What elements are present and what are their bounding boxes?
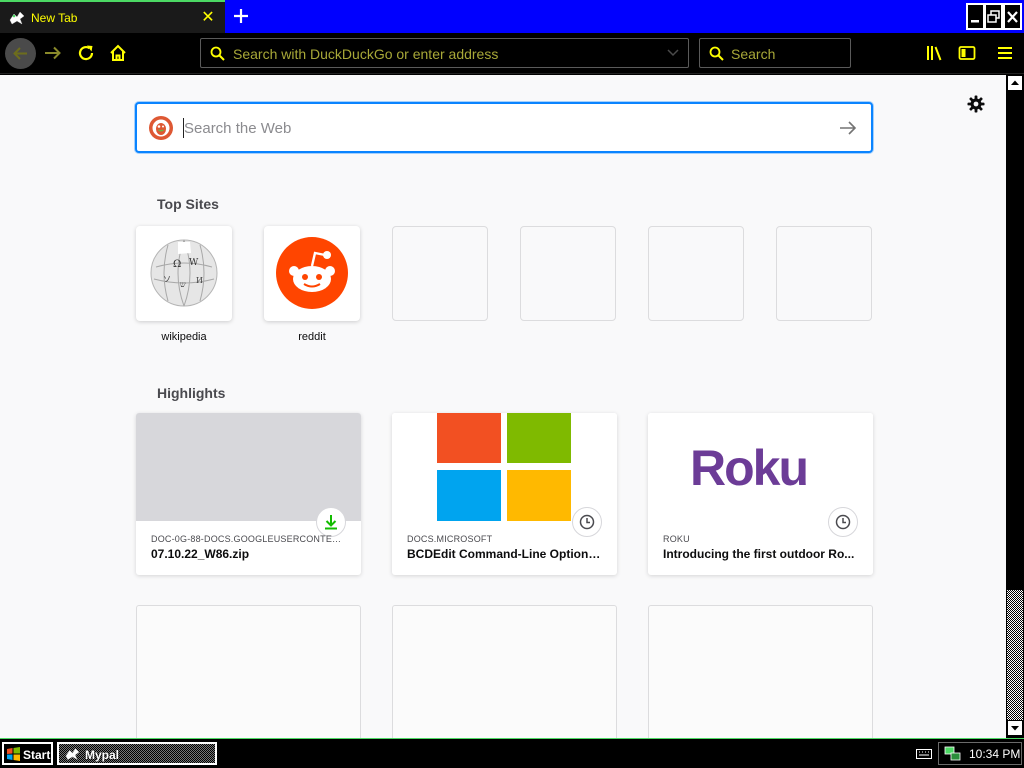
- highlight-empty: [648, 605, 873, 738]
- download-icon: [325, 515, 337, 530]
- microsoft-logo: [392, 413, 617, 521]
- taskbar: Start Mypal 10:34 PM: [0, 738, 1024, 768]
- windows-logo-icon: [7, 747, 20, 761]
- highlight-empty: [392, 605, 617, 738]
- scroll-up-button[interactable]: [1007, 75, 1023, 91]
- top-site-label: wikipedia: [161, 331, 207, 343]
- arrow-right-icon[interactable]: [837, 118, 859, 138]
- tab-new-tab[interactable]: New Tab ✕: [0, 0, 225, 33]
- top-site-empty: [520, 226, 616, 321]
- highlight-image: [136, 413, 361, 521]
- reddit-icon: [276, 237, 348, 309]
- search-bar-placeholder: Search: [731, 46, 776, 62]
- chevron-down-icon: [1011, 726, 1019, 731]
- gear-icon[interactable]: [966, 94, 986, 114]
- clock-icon: [579, 514, 595, 530]
- tab-title: New Tab: [31, 11, 78, 25]
- home-icon[interactable]: [108, 43, 128, 63]
- history-badge: [572, 507, 602, 537]
- back-button[interactable]: [5, 38, 36, 69]
- search-bar[interactable]: Search: [699, 38, 851, 68]
- clock-icon: [835, 514, 851, 530]
- system-tray: 10:34 PM: [938, 742, 1022, 765]
- web-search-input[interactable]: Search the Web: [135, 102, 873, 153]
- close-window-icon[interactable]: [1003, 3, 1022, 30]
- search-icon: [709, 46, 724, 61]
- restore-icon[interactable]: [984, 3, 1003, 30]
- top-sites-title: Top Sites: [157, 196, 219, 212]
- forward-icon[interactable]: [43, 43, 63, 63]
- close-icon[interactable]: ✕: [199, 9, 217, 27]
- svg-text:И: И: [196, 276, 203, 285]
- svg-text:ש: ש: [180, 280, 186, 289]
- plus-icon[interactable]: [230, 5, 252, 27]
- top-site-reddit[interactable]: [264, 226, 360, 321]
- search-icon: [210, 46, 225, 61]
- svg-text:Ω: Ω: [173, 259, 181, 270]
- highlight-title: 07.10.22_W86.zip: [151, 547, 250, 561]
- library-icon[interactable]: [925, 43, 945, 63]
- back-icon: [13, 47, 27, 60]
- minimize-icon[interactable]: [966, 3, 985, 30]
- highlight-source: DOCS.MICROSOFT: [407, 534, 493, 544]
- menu-icon[interactable]: [995, 43, 1015, 63]
- highlights-title: Highlights: [157, 385, 226, 401]
- top-site-label: reddit: [298, 331, 326, 343]
- vertical-scrollbar[interactable]: [1006, 75, 1024, 738]
- mypal-icon: [65, 747, 80, 761]
- web-search-placeholder: Search the Web: [184, 120, 292, 137]
- tab-favicon-icon: [9, 11, 25, 25]
- url-bar-placeholder: Search with DuckDuckGo or enter address: [233, 46, 499, 62]
- svg-text:W: W: [189, 258, 199, 268]
- start-label: Start: [23, 748, 51, 762]
- highlight-card[interactable]: Roku ROKU Introducing the first outdoor …: [648, 413, 873, 575]
- highlight-source: DOC-0G-88-DOCS.GOOGLEUSERCONTEN...: [151, 534, 346, 544]
- sidebar-icon[interactable]: [957, 43, 977, 63]
- highlight-title: Introducing the first outdoor Ro...: [663, 547, 855, 561]
- highlight-source: ROKU: [663, 534, 690, 544]
- start-button[interactable]: Start: [2, 742, 53, 765]
- network-icon[interactable]: [944, 745, 961, 762]
- clock[interactable]: 10:34 PM: [969, 747, 1020, 761]
- task-label: Mypal: [85, 748, 120, 762]
- url-bar[interactable]: Search with DuckDuckGo or enter address: [200, 38, 689, 68]
- reload-icon[interactable]: [76, 43, 96, 63]
- tab-strip: New Tab ✕: [0, 0, 1024, 33]
- highlight-card[interactable]: DOCS.MICROSOFT BCDEdit Command-Line Opti…: [392, 413, 617, 575]
- download-badge: [316, 507, 346, 537]
- roku-logo: Roku: [648, 413, 873, 521]
- highlight-title: BCDEdit Command-Line Options ...: [407, 547, 602, 561]
- top-site-empty: [648, 226, 744, 321]
- nav-toolbar: Search with DuckDuckGo or enter address …: [0, 33, 1024, 74]
- scroll-down-button[interactable]: [1007, 720, 1023, 736]
- keyboard-icon[interactable]: [916, 749, 932, 759]
- highlight-empty: [136, 605, 361, 738]
- new-tab-page: Search the Web Top Sites Ω W ソ И ש wikip…: [0, 75, 1006, 738]
- scroll-thumb[interactable]: [1007, 590, 1023, 720]
- taskbar-app-mypal[interactable]: Mypal: [57, 742, 217, 765]
- history-badge: [828, 507, 858, 537]
- svg-text:ソ: ソ: [163, 275, 171, 284]
- top-site-wikipedia[interactable]: Ω W ソ И ש: [136, 226, 232, 321]
- top-site-empty: [776, 226, 872, 321]
- top-site-empty: [392, 226, 488, 321]
- roku-wordmark: Roku: [690, 440, 809, 496]
- duckduckgo-icon: [149, 116, 173, 140]
- chevron-down-icon[interactable]: [667, 49, 679, 57]
- chevron-up-icon: [1011, 80, 1019, 85]
- wikipedia-icon: Ω W ソ И ש: [150, 239, 218, 307]
- highlight-card[interactable]: DOC-0G-88-DOCS.GOOGLEUSERCONTEN... 07.10…: [136, 413, 361, 575]
